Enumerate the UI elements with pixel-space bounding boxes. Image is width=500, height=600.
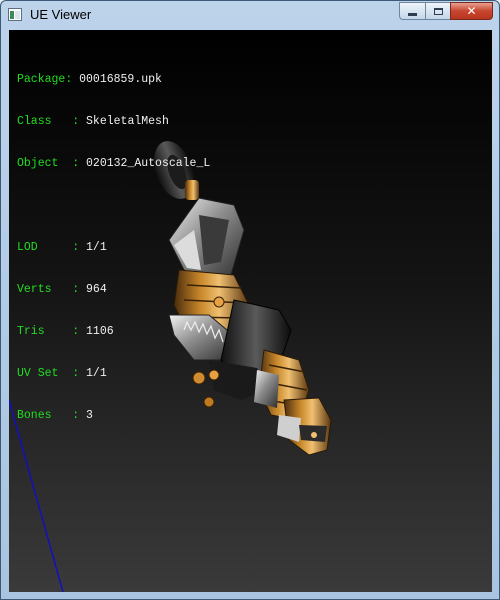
app-icon[interactable]	[8, 8, 22, 21]
3d-viewport[interactable]: Package: 00016859.upk Class : SkeletalMe…	[9, 30, 492, 592]
info-row-verts: Verts : 964	[17, 283, 107, 296]
tris-value: 1106	[86, 325, 114, 338]
caption-buttons: ✕	[399, 2, 493, 20]
uvset-value: 1/1	[86, 367, 107, 380]
minimize-button[interactable]	[399, 2, 425, 20]
minimize-icon	[408, 12, 417, 16]
package-label: Package	[17, 73, 66, 86]
object-label: Object	[17, 157, 59, 170]
bones-label: Bones	[17, 409, 52, 422]
verts-label: Verts	[17, 283, 52, 296]
lod-label: LOD	[17, 241, 38, 254]
class-label: Class	[17, 115, 52, 128]
tris-label: Tris	[17, 325, 45, 338]
close-button[interactable]: ✕	[450, 2, 493, 20]
maximize-button[interactable]	[425, 2, 450, 20]
info-row-uvset: UV Set : 1/1	[17, 367, 107, 380]
verts-value: 964	[86, 283, 107, 296]
info-row-lod: LOD : 1/1	[17, 241, 107, 254]
package-value: 00016859.upk	[79, 73, 162, 86]
window-title: UE Viewer	[30, 7, 92, 22]
title-bar[interactable]: UE Viewer ✕	[1, 1, 499, 29]
uvset-label: UV Set	[17, 367, 59, 380]
lod-value: 1/1	[86, 241, 107, 254]
bones-value: 3	[86, 409, 93, 422]
info-row-object: Object : 020132_Autoscale_L	[17, 157, 211, 170]
object-value: 020132_Autoscale_L	[86, 157, 211, 170]
mesh-info-panel: Package: 00016859.upk Class : SkeletalMe…	[17, 45, 210, 451]
info-row-bones: Bones : 3	[17, 409, 93, 422]
close-icon: ✕	[466, 4, 477, 18]
class-value: SkeletalMesh	[86, 115, 169, 128]
info-row-tris: Tris : 1106	[17, 325, 114, 338]
app-window: UE Viewer ✕ Package: 00016859.upk Class …	[0, 0, 500, 600]
info-row-package: Package: 00016859.upk	[17, 73, 162, 86]
maximize-icon	[433, 7, 443, 15]
info-row-class: Class : SkeletalMesh	[17, 115, 169, 128]
